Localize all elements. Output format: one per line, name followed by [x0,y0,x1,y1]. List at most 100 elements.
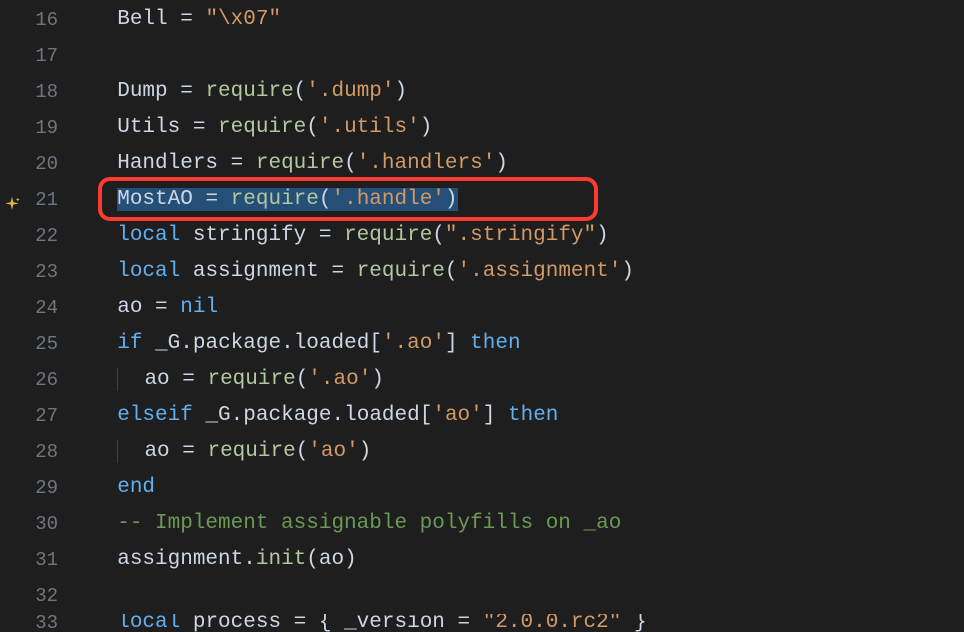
code-token: require [207,440,295,463]
code-content[interactable]: Handlers = require('.handlers') [92,146,964,182]
code-content[interactable]: local stringify = require(".stringify") [92,218,964,254]
line-number: 24 [0,292,92,324]
code-token: '.assignment' [458,260,622,283]
code-token: = [319,260,357,283]
code-content[interactable]: ao = require('ao') [92,434,964,470]
code-token: = [168,80,206,103]
line-number: 31 [0,544,92,576]
code-token: ) [371,368,384,391]
code-content[interactable]: local assignment = require('.assignment'… [92,254,964,290]
code-token: loaded [294,332,370,355]
code-line[interactable]: 28 ao = require('ao') [0,434,964,470]
code-token: then [470,332,520,355]
line-number: 19 [0,112,92,144]
code-token: ( [306,116,319,139]
code-line[interactable]: 18 Dump = require('.dump') [0,74,964,110]
code-token: Utils [117,116,180,139]
code-line[interactable]: 31 assignment.init(ao) [0,542,964,578]
line-number: 28 [0,436,92,468]
code-line[interactable]: 32 [0,578,964,614]
code-line[interactable]: 19 Utils = require('.utils') [0,110,964,146]
code-token: local [117,224,180,247]
code-line[interactable]: 24 ao = nil [0,290,964,326]
code-token: 'ao' [432,404,482,427]
code-token: init [256,548,306,571]
code-token: loaded [344,404,420,427]
code-content[interactable]: Utils = require('.utils') [92,110,964,146]
code-token: ] [445,332,458,355]
code-token: ] [483,404,496,427]
code-line[interactable]: 25 if _G.package.loaded['.ao'] then [0,326,964,362]
code-token: . [281,332,294,355]
code-token: = { [281,614,344,632]
line-number: 16 [0,4,92,36]
code-token [180,260,193,283]
code-content[interactable]: local process = { _version = "2.0.0.rc2"… [92,614,964,632]
code-content[interactable]: MostAO = require('.handle') [92,182,964,218]
code-line[interactable]: 22 local stringify = require(".stringify… [0,218,964,254]
code-line[interactable]: 30 -- Implement assignable polyfills on … [0,506,964,542]
code-token: _G [205,404,230,427]
code-content[interactable]: elseif _G.package.loaded['ao'] then [92,398,964,434]
code-token: '.handle' [331,188,444,211]
code-token: ) [420,116,433,139]
code-line[interactable]: 16 Bell = "\x07" [0,2,964,38]
code-token: ( [432,224,445,247]
code-line[interactable]: 23 local assignment = require('.assignme… [0,254,964,290]
code-token: process [193,614,281,632]
code-token: assignment [193,260,319,283]
code-token: ( [294,80,307,103]
code-token: 'ao' [308,440,358,463]
code-content[interactable]: Dump = require('.dump') [92,74,964,110]
code-content[interactable]: if _G.package.loaded['.ao'] then [92,326,964,362]
code-content[interactable]: ao = nil [92,290,964,326]
code-token: ) [495,152,508,175]
code-line[interactable]: 33 local process = { _version = "2.0.0.r… [0,614,964,632]
code-token: MostAO [117,188,193,211]
code-token: ) [395,80,408,103]
code-token [495,404,508,427]
code-content[interactable]: Bell = "\x07" [92,2,964,38]
code-token: require [344,224,432,247]
code-line[interactable]: 26 ao = require('.ao') [0,362,964,398]
code-token: ) [445,188,458,211]
code-token: require [207,368,295,391]
code-line[interactable]: 17 [0,38,964,74]
code-line[interactable]: 20 Handlers = require('.handlers') [0,146,964,182]
code-token: = [168,8,206,31]
code-token: ao [117,296,142,319]
code-token: . [180,332,193,355]
code-token: . [332,404,345,427]
code-content[interactable]: assignment.init(ao) [92,542,964,578]
code-token: ( [296,440,309,463]
code-token: package [243,404,331,427]
code-token [142,332,155,355]
code-token: require [205,80,293,103]
code-line[interactable]: 27 elseif _G.package.loaded['ao'] then [0,398,964,434]
code-token: '.dump' [306,80,394,103]
code-content[interactable]: -- Implement assignable polyfills on _ao [92,506,964,542]
code-token: ( [344,152,357,175]
line-number: 26 [0,364,92,396]
code-token: = [180,116,218,139]
code-token [180,224,193,247]
code-token: require [256,152,344,175]
code-token: = [445,614,483,632]
code-token: '.handlers' [357,152,496,175]
code-token [180,614,193,632]
code-token: require [357,260,445,283]
code-token: ) [596,224,609,247]
code-line[interactable]: 29 end [0,470,964,506]
code-token: '.ao' [382,332,445,355]
code-token: } [621,614,646,632]
code-content[interactable]: ao = require('.ao') [92,362,964,398]
code-editor[interactable]: 16 Bell = "\x07"1718 Dump = require('.du… [0,0,964,632]
code-token: = [193,188,231,211]
code-token: Handlers [117,152,218,175]
code-token: require [218,116,306,139]
code-content[interactable]: end [92,470,964,506]
code-token: . [243,548,256,571]
code-line[interactable]: 21 MostAO = require('.handle') [0,182,964,218]
ai-sparkle-icon [2,195,22,215]
code-token: [ [420,404,433,427]
